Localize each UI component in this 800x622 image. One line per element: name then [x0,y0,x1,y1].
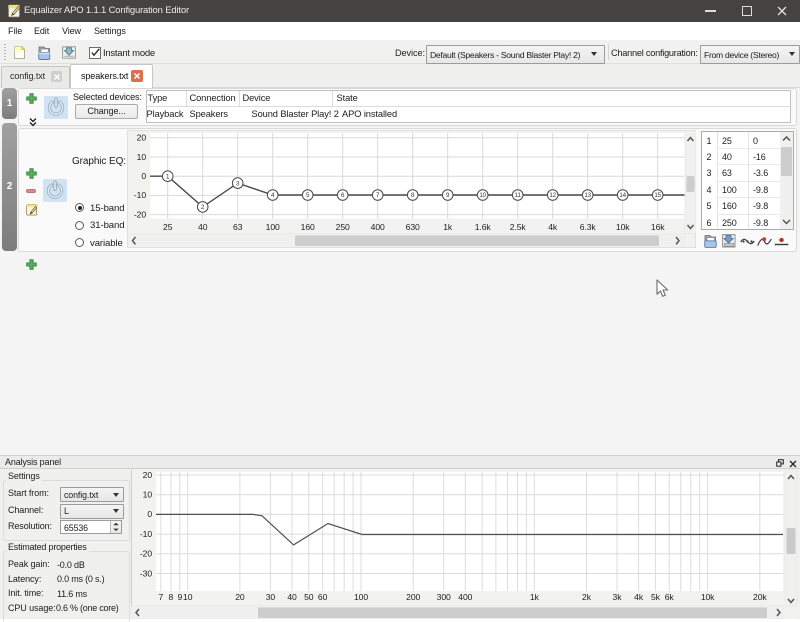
svg-text:300: 300 [437,592,451,602]
svg-text:40: 40 [198,222,208,232]
svg-text:-20: -20 [140,549,152,559]
svg-text:20: 20 [235,592,245,602]
svg-text:12: 12 [549,192,556,199]
svg-text:6.3k: 6.3k [580,222,597,232]
svg-text:5k: 5k [651,592,661,602]
svg-text:60: 60 [318,592,328,602]
svg-text:200: 200 [406,592,420,602]
svg-text:13: 13 [584,192,591,199]
svg-text:-30: -30 [140,568,152,578]
svg-text:10: 10 [143,490,153,500]
svg-text:3k: 3k [613,592,623,602]
svg-text:20: 20 [143,470,153,480]
svg-text:14: 14 [619,192,626,199]
svg-text:10: 10 [479,192,486,199]
svg-text:10: 10 [137,152,147,162]
svg-text:-10: -10 [134,190,146,200]
svg-text:400: 400 [458,592,472,602]
svg-text:25: 25 [163,222,173,232]
svg-text:4k: 4k [548,222,558,232]
svg-text:1.6k: 1.6k [475,222,492,232]
svg-text:20k: 20k [753,592,767,602]
svg-text:40: 40 [287,592,297,602]
svg-text:7: 7 [159,592,164,602]
svg-text:20: 20 [137,133,147,143]
svg-text:2.5k: 2.5k [510,222,527,232]
svg-text:400: 400 [371,222,385,232]
svg-text:160: 160 [301,222,315,232]
svg-text:100: 100 [354,592,368,602]
svg-text:30: 30 [266,592,276,602]
svg-text:1k: 1k [530,592,540,602]
svg-text:10: 10 [183,592,193,602]
svg-text:1k: 1k [443,222,453,232]
svg-text:9: 9 [177,592,182,602]
svg-text:63: 63 [233,222,243,232]
svg-text:16k: 16k [651,222,665,232]
svg-text:630: 630 [406,222,420,232]
svg-text:15: 15 [654,192,661,199]
svg-text:0: 0 [141,171,146,181]
svg-text:50: 50 [304,592,314,602]
svg-text:8: 8 [169,592,174,602]
svg-text:-10: -10 [140,529,152,539]
svg-text:0: 0 [147,509,152,519]
svg-text:2k: 2k [582,592,592,602]
svg-text:4k: 4k [634,592,644,602]
svg-text:250: 250 [336,222,350,232]
svg-text:11: 11 [515,192,522,199]
svg-text:10k: 10k [701,592,715,602]
svg-text:6k: 6k [665,592,675,602]
svg-text:10k: 10k [616,222,630,232]
svg-text:-20: -20 [134,209,146,219]
svg-text:100: 100 [266,222,280,232]
